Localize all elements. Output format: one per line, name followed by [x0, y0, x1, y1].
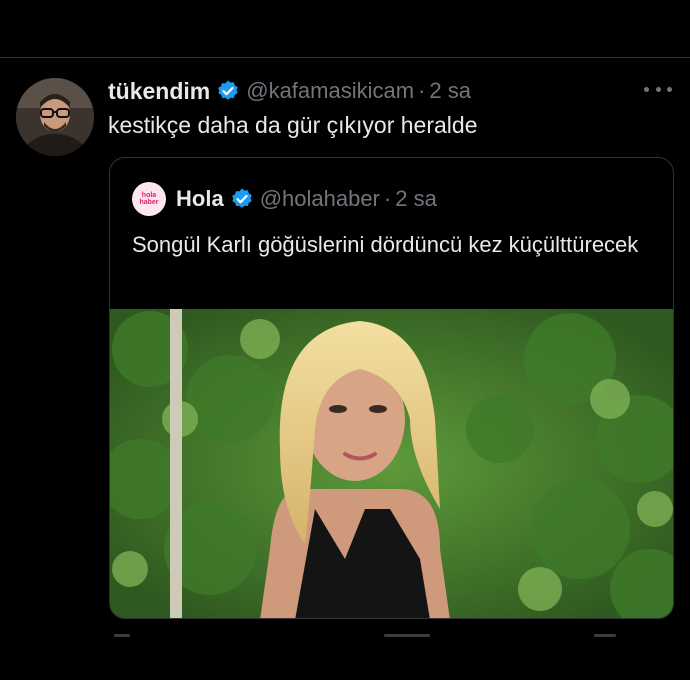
separator-dot: · — [418, 78, 426, 103]
quoted-display-name[interactable]: Hola — [176, 186, 224, 212]
tweet-header: tükendim @kafamasikicam · 2 sa — [108, 76, 471, 106]
timestamp[interactable]: 2 sa — [429, 78, 471, 104]
display-name[interactable]: tükendim — [108, 78, 210, 105]
avatar[interactable] — [16, 78, 94, 156]
views-icon[interactable] — [384, 634, 430, 637]
top-divider — [0, 57, 690, 58]
quoted-avatar-logo-top: hola — [141, 192, 157, 199]
quoted-tweet-header: hola haber Hola @holahaber · 2 sa — [132, 182, 437, 216]
quoted-avatar[interactable]: hola haber — [132, 182, 166, 216]
action-bar-partial — [108, 632, 674, 652]
quoted-tweet-card[interactable]: hola haber Hola @holahaber · 2 sa Songül… — [109, 157, 674, 619]
quoted-tweet-text: Songül Karlı göğüslerini dördüncü kez kü… — [132, 232, 639, 257]
bookmark-icon[interactable] — [594, 634, 616, 637]
more-dot — [644, 86, 649, 92]
quoted-timestamp[interactable]: 2 sa — [395, 186, 437, 212]
verified-badge-icon — [216, 79, 240, 103]
separator-dot: · — [383, 186, 392, 211]
tweet-text: kestikçe daha da gür çıkıyor heralde — [108, 112, 478, 138]
quoted-tweet-photo[interactable] — [110, 309, 673, 618]
more-dot — [655, 86, 661, 92]
reply-icon[interactable] — [114, 634, 130, 637]
verified-badge-icon — [230, 187, 254, 211]
more-dot — [667, 86, 672, 92]
more-options-icon[interactable] — [644, 78, 672, 100]
handle[interactable]: @kafamasikicam — [246, 78, 414, 104]
quoted-avatar-logo-bottom: haber — [139, 199, 159, 206]
quoted-handle[interactable]: @holahaber — [260, 186, 380, 212]
